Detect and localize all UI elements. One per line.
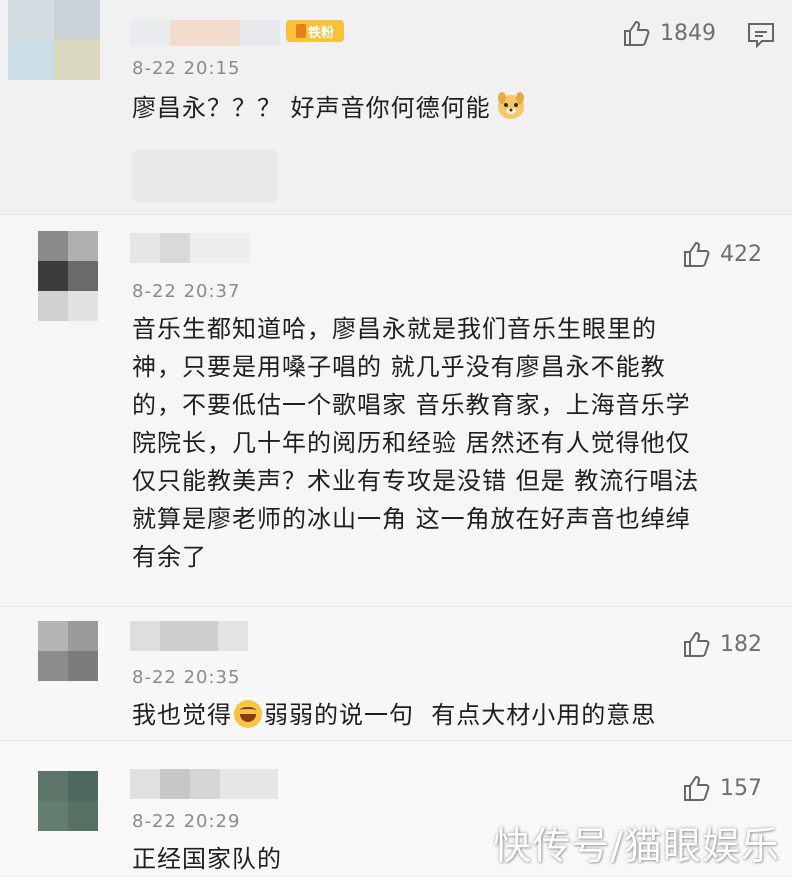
comment-line: 就算是廖老师的冰山一角 这一角放在好声音也绰绰 <box>132 505 691 533</box>
comment-text: 我也觉得 弱弱的说一句 有点大材小用的意思 <box>132 700 657 729</box>
comment-line: 神，只要是用嗓子唱的 就几乎没有廖昌永不能教 <box>132 353 666 381</box>
like-count: 182 <box>720 631 762 657</box>
avatar[interactable] <box>8 0 100 80</box>
like-button[interactable]: 182 <box>682 629 762 659</box>
comment-1: 铁粉 8-22 20:15 廖昌永？？？ 好声音你何德何能 1849 <box>0 0 792 214</box>
comment-line: 院院长，几十年的阅历和经验 居然还有人觉得他仅 <box>132 429 691 457</box>
laughing-emoji-icon <box>234 700 262 728</box>
thumbs-up-icon <box>682 629 712 659</box>
reply-preview-blurred <box>132 150 278 202</box>
like-button[interactable]: 157 <box>682 773 762 803</box>
like-count: 1849 <box>660 20 716 46</box>
comment-text: 廖昌永？？？ 好声音你何德何能 <box>132 90 527 126</box>
comment-2: 8-22 20:37 音乐生都知道哈，廖昌永就是我们音乐生眼里的 神，只要是用嗓… <box>0 214 792 607</box>
username-blurred[interactable] <box>130 621 248 667</box>
comment-line: 仅只能教美声？术业有专攻是没错 但是 教流行唱法 <box>132 467 700 495</box>
avatar[interactable] <box>38 771 98 831</box>
like-button[interactable]: 422 <box>682 239 762 269</box>
comment-time: 8-22 20:15 <box>132 58 241 79</box>
thumbs-up-icon <box>622 18 652 48</box>
comment-line: 的，不要低估一个歌唱家 音乐教育家，上海音乐学 <box>132 391 691 419</box>
fan-badge: 铁粉 <box>286 20 344 42</box>
badge-icon <box>295 24 306 38</box>
username-blurred[interactable] <box>130 769 278 801</box>
comment-time: 8-22 20:29 <box>132 811 241 832</box>
like-count: 157 <box>720 775 762 801</box>
badge-label: 铁粉 <box>307 25 334 41</box>
comment-text: 正经国家队的 <box>132 845 282 873</box>
avatar[interactable] <box>38 621 98 681</box>
thumbs-up-icon <box>682 239 712 269</box>
username-blurred[interactable] <box>130 16 280 50</box>
comment-line: 音乐生都知道哈，廖昌永就是我们音乐生眼里的 <box>132 315 657 343</box>
username-blurred[interactable] <box>130 233 250 263</box>
thumbs-up-icon <box>682 773 712 803</box>
dog-emoji-icon <box>495 90 527 122</box>
comment-time: 8-22 20:35 <box>132 667 241 688</box>
comment-time: 8-22 20:37 <box>132 281 241 302</box>
watermark: 快传号/猫眼娱乐 <box>493 824 780 868</box>
avatar[interactable] <box>38 231 98 321</box>
comment-line: 有余了 <box>132 543 207 571</box>
comment-icon[interactable] <box>746 20 776 54</box>
like-count: 422 <box>720 241 762 267</box>
comment-3: 8-22 20:35 我也觉得 弱弱的说一句 有点大材小用的意思 182 <box>0 606 792 741</box>
like-button[interactable]: 1849 <box>622 18 716 48</box>
